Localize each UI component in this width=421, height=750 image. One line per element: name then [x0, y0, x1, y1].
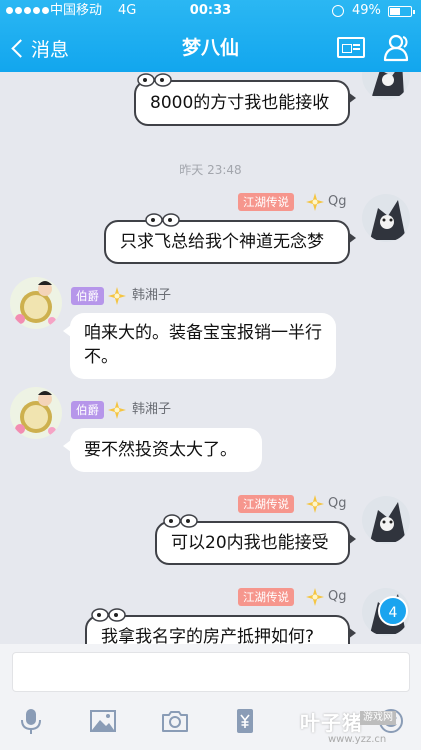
avatar[interactable] — [362, 194, 410, 242]
message-text: 可以20内我也能接受 — [171, 533, 329, 553]
member-title-badge: 江湖传说 — [238, 193, 294, 211]
message-bubble[interactable]: 要不然投资太大了。 — [63, 428, 262, 472]
image-icon[interactable] — [88, 706, 118, 736]
message-text: 我拿我名字的房产抵押如何? — [101, 627, 315, 644]
message-timestamp: 昨天 23:48 — [179, 163, 242, 177]
top-bar: 中国移动 4G 00:33 49% 消息 梦八仙 — [0, 0, 421, 72]
vip-star-icon — [108, 287, 126, 305]
avatar[interactable] — [10, 387, 62, 439]
member-title-badge: 伯爵 — [71, 401, 104, 419]
member-title-badge: 江湖传说 — [238, 495, 294, 513]
chat-history[interactable]: 8000的方寸我也能接收 昨天 23:48 江湖传说 Qg 只求飞总给我个神道无… — [0, 72, 421, 644]
battery-percent: 49% — [352, 3, 381, 18]
bubble-eyes-decoration-icon — [163, 514, 198, 528]
watermark-tag: 游戏网 — [360, 711, 396, 725]
group-profile-card-icon[interactable] — [337, 37, 365, 58]
bubble-eyes-decoration-icon — [137, 73, 172, 87]
sender-name: Qg — [328, 496, 347, 511]
message-bubble[interactable]: 只求飞总给我个神道无念梦 — [104, 220, 356, 264]
message-bubble[interactable]: 咱来大的。装备宝宝报销一半行不。 — [63, 313, 336, 379]
sender-name: Qg — [328, 194, 347, 209]
member-title-badge: 伯爵 — [71, 287, 104, 305]
vip-star-icon — [306, 588, 324, 606]
microphone-icon[interactable] — [16, 706, 46, 736]
message-text: 咱来大的。装备宝宝报销一半行不。 — [84, 323, 322, 367]
battery-icon — [388, 6, 415, 17]
watermark-logo: 叶子猪 — [300, 711, 363, 735]
message-text: 8000的方寸我也能接收 — [150, 93, 330, 113]
group-members-icon[interactable] — [382, 32, 412, 62]
sender-name: 韩湘子 — [132, 402, 172, 417]
sender-name: 韩湘子 — [132, 288, 172, 303]
battery-fill — [390, 8, 400, 15]
message-input[interactable] — [12, 652, 410, 692]
unread-count-badge[interactable]: 4 — [378, 596, 408, 626]
vip-star-icon — [306, 193, 324, 211]
avatar[interactable] — [362, 72, 410, 100]
vip-star-icon — [108, 401, 126, 419]
camera-icon[interactable] — [160, 706, 190, 736]
member-title-badge: 江湖传说 — [238, 588, 294, 606]
vip-star-icon — [306, 495, 324, 513]
status-bar: 中国移动 4G 00:33 49% — [0, 0, 421, 22]
red-packet-icon[interactable] — [230, 706, 260, 736]
message-text: 只求飞总给我个神道无念梦 — [120, 232, 324, 252]
avatar[interactable] — [10, 277, 62, 329]
avatar[interactable] — [362, 496, 410, 544]
watermark-url: www.yzz.cn — [328, 734, 387, 745]
orientation-lock-icon — [332, 5, 344, 17]
bubble-eyes-decoration-icon — [91, 608, 126, 622]
bubble-eyes-decoration-icon — [145, 213, 180, 227]
sender-name: Qg — [328, 589, 347, 604]
message-text: 要不然投资太大了。 — [84, 440, 237, 460]
